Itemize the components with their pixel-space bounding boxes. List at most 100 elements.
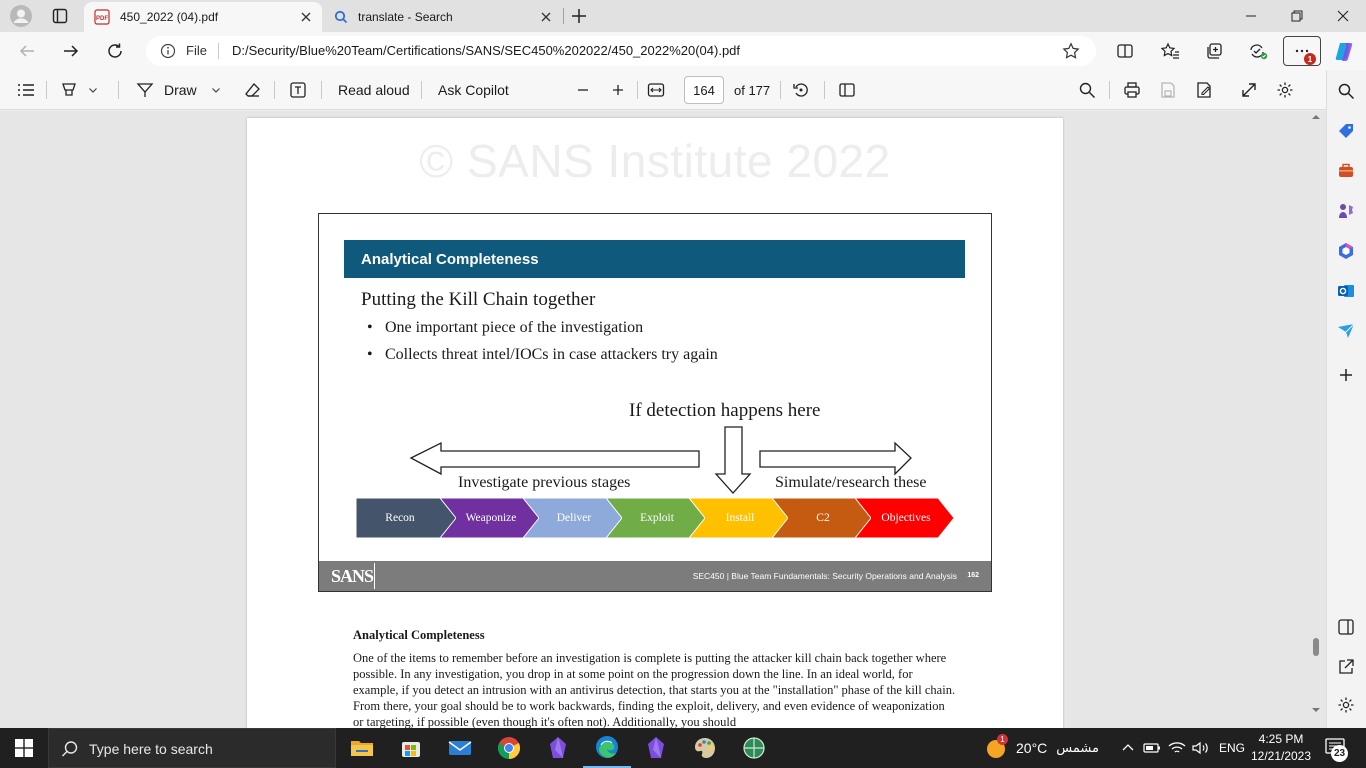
show-hidden-icons-chevron-up-icon[interactable]	[1121, 728, 1135, 768]
tab-pdf[interactable]: PDF 450_2022 (04).pdf	[84, 2, 322, 32]
games-icon[interactable]	[1335, 200, 1357, 222]
print-icon[interactable]	[1123, 70, 1141, 110]
weather-badge: 1	[997, 734, 1008, 745]
page-number-input[interactable]: 164	[684, 76, 724, 104]
open-external-icon[interactable]	[1335, 656, 1357, 678]
find-icon[interactable]	[1078, 70, 1096, 110]
refresh-icon[interactable]	[100, 36, 130, 66]
settings-and-more-button[interactable]: 1	[1283, 36, 1321, 66]
rotate-icon[interactable]	[792, 70, 810, 110]
draw-label: Draw	[164, 82, 197, 98]
browser-essentials-icon[interactable]	[1243, 36, 1273, 66]
toolbar-divider	[421, 81, 422, 99]
edge-icon[interactable]	[583, 728, 631, 768]
edge-sidebar	[1326, 70, 1366, 728]
taskbar-search[interactable]: Type here to search	[48, 728, 336, 768]
send-icon[interactable]	[1335, 320, 1357, 342]
shopping-tag-icon[interactable]	[1335, 120, 1357, 142]
minimize-icon[interactable]	[1228, 0, 1274, 32]
tab-strip: PDF 450_2022 (04).pdf translate - Search	[0, 0, 1366, 32]
obsidian-icon-2[interactable]	[632, 728, 680, 768]
toolbar-divider	[1109, 81, 1110, 99]
contents-icon[interactable]	[16, 70, 36, 110]
chevron-down-icon[interactable]	[211, 85, 221, 95]
favorite-star-icon[interactable]	[1062, 42, 1080, 60]
sidebar-settings-gear-icon[interactable]	[1335, 694, 1357, 716]
microsoft-store-icon[interactable]	[387, 728, 435, 768]
weather-temperature: 20°C	[1016, 740, 1048, 756]
footer-page-number: 162	[967, 572, 979, 579]
svg-text:PDF: PDF	[96, 16, 108, 22]
notification-badge: 1	[1304, 53, 1316, 65]
weather-widget[interactable]: 1 20°C مشمس	[985, 728, 1099, 768]
wifi-icon[interactable]	[1168, 728, 1186, 768]
close-window-icon[interactable]	[1320, 0, 1366, 32]
tab-search[interactable]: translate - Search	[324, 2, 562, 32]
close-tab-icon[interactable]	[538, 9, 554, 25]
chevron-down-icon[interactable]	[88, 85, 98, 95]
fit-page-icon[interactable]	[647, 70, 665, 110]
volume-icon[interactable]	[1192, 728, 1210, 768]
add-sidebar-app-icon[interactable]	[1335, 364, 1357, 386]
navigation-bar: File D:/Security/Blue%20Team/Certificati…	[0, 32, 1366, 70]
save-as-icon[interactable]	[1195, 70, 1213, 110]
slide: Analytical Completeness Putting the Kill…	[318, 213, 992, 592]
chrome-icon[interactable]	[485, 728, 533, 768]
file-explorer-icon[interactable]	[338, 728, 386, 768]
draw-button[interactable]: Draw	[136, 70, 221, 110]
highlight-button[interactable]	[60, 70, 98, 110]
zoom-in-icon[interactable]	[611, 70, 625, 110]
back-icon[interactable]	[12, 36, 42, 66]
address-bar[interactable]: File D:/Security/Blue%20Team/Certificati…	[146, 36, 1096, 66]
notification-center-icon[interactable]: 23	[1324, 728, 1348, 768]
read-aloud-button[interactable]: Read aloud	[338, 70, 410, 110]
tools-briefcase-icon[interactable]	[1335, 160, 1357, 182]
right-arrow	[759, 441, 912, 476]
scheme-label: File	[186, 43, 207, 58]
sidebar-search-icon[interactable]	[1335, 80, 1357, 102]
globe-app-icon[interactable]	[730, 728, 778, 768]
restore-icon[interactable]	[1274, 0, 1320, 32]
profile-icon[interactable]	[10, 5, 32, 27]
pdf-settings-gear-icon[interactable]	[1276, 70, 1294, 110]
direction-arrows	[409, 426, 912, 494]
zoom-out-icon[interactable]	[576, 70, 590, 110]
paint-icon[interactable]	[681, 728, 729, 768]
collections-icon[interactable]	[1199, 36, 1229, 66]
tab-actions-icon[interactable]	[52, 8, 68, 24]
forward-icon[interactable]	[56, 36, 86, 66]
search-placeholder: Type here to search	[89, 741, 213, 757]
stage-label: Install	[725, 512, 755, 524]
clock[interactable]: 4:25 PM 12/21/2023	[1250, 731, 1312, 765]
close-tab-icon[interactable]	[298, 9, 314, 25]
stage-label: Recon	[385, 512, 415, 524]
new-tab-icon[interactable]	[570, 7, 588, 25]
pdf-toolbar: Draw Read aloud Ask Copilot 164 of 177	[0, 70, 1326, 110]
favorites-icon[interactable]	[1155, 36, 1185, 66]
language-indicator[interactable]: ENG	[1219, 728, 1245, 768]
microsoft-365-icon[interactable]	[1335, 240, 1357, 262]
url-text[interactable]: D:/Security/Blue%20Team/Certifications/S…	[232, 43, 740, 58]
windows-start-icon[interactable]	[0, 728, 48, 768]
toolbar-divider	[46, 81, 47, 99]
obsidian-icon[interactable]	[534, 728, 582, 768]
battery-icon[interactable]	[1143, 728, 1161, 768]
save-icon[interactable]	[1159, 70, 1177, 110]
simulate-label: Simulate/research these	[775, 474, 927, 491]
hide-sidebar-icon[interactable]	[1335, 616, 1357, 638]
info-icon[interactable]	[160, 43, 176, 59]
add-text-icon[interactable]	[289, 70, 307, 110]
split-screen-icon[interactable]	[1110, 36, 1140, 66]
eraser-icon[interactable]	[244, 70, 262, 110]
vertical-scrollbar[interactable]	[1309, 111, 1323, 717]
stage-label: Exploit	[640, 512, 674, 524]
fullscreen-icon[interactable]	[1240, 70, 1258, 110]
ask-copilot-button[interactable]: Ask Copilot	[438, 70, 509, 110]
clock-time: 4:25 PM	[1258, 732, 1304, 746]
copilot-icon[interactable]	[1330, 36, 1360, 66]
toolbar-divider	[637, 81, 638, 99]
outlook-icon[interactable]	[1335, 280, 1357, 302]
toolbar-divider	[780, 81, 781, 99]
mail-icon[interactable]	[436, 728, 484, 768]
page-view-icon[interactable]	[838, 70, 856, 110]
